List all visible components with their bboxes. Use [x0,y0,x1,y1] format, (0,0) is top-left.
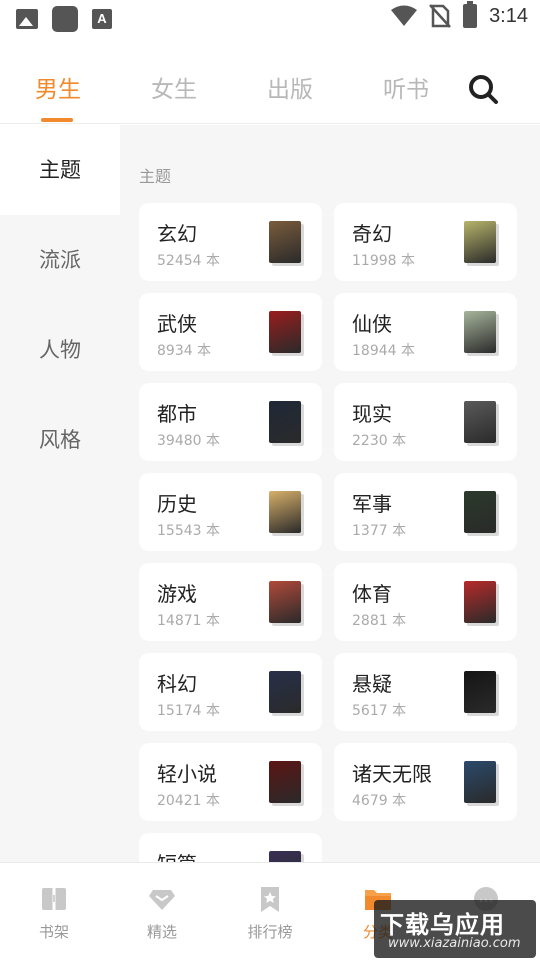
watermark-text: 下载乌应用 [380,911,505,939]
category-card[interactable]: 军事 1377 本 [334,473,517,551]
status-right-icons: 3:14 [391,1,528,28]
category-count: 8934 本 [157,343,212,359]
nav-ranking[interactable]: 排行榜 [216,863,324,960]
sidebar-item-genre[interactable]: 流派 [0,215,120,305]
nav-label: 书架 [38,923,69,941]
ranking-bookmark-icon [261,887,279,912]
category-count: 11998 本 [352,253,415,269]
category-card[interactable]: 游戏 14871 本 [139,563,322,641]
book-cover-image [464,491,496,533]
category-card[interactable]: 体育 2881 本 [334,563,517,641]
category-card[interactable]: 诸天无限 4679 本 [334,743,517,821]
category-name: 科幻 [157,672,197,696]
category-count: 4679 本 [352,793,407,809]
book-cover-image [464,671,496,713]
category-card[interactable]: 玄幻 52454 本 [139,203,322,281]
sidebar-item-style[interactable]: 风格 [0,395,120,485]
watermark-url: www.xiazainiao.com [388,936,521,951]
category-card[interactable]: 武侠 8934 本 [139,293,322,371]
gallery-icon [16,9,38,29]
category-card[interactable]: 都市 39480 本 [139,383,322,461]
category-name: 现实 [352,402,392,426]
category-name: 体育 [352,582,392,606]
tab-male[interactable]: 男生 [23,70,93,104]
category-sidebar: 主题 流派 人物 风格 [0,125,120,862]
tab-publishing[interactable]: 出版 [255,70,325,104]
app-icon [52,6,78,32]
book-cover-image [464,221,496,263]
book-cover-image [269,311,301,353]
category-card[interactable]: 科幻 15174 本 [139,653,322,731]
book-cover-image [269,491,301,533]
book-cover-image [464,311,496,353]
book-cover-image [269,401,301,443]
book-cover-image [464,401,496,443]
category-card[interactable]: 悬疑 5617 本 [334,653,517,731]
category-card[interactable]: 轻小说 20421 本 [139,743,322,821]
battery-charging-icon [463,1,478,28]
tab-audiobook[interactable]: 听书 [371,70,441,104]
category-name: 诸天无限 [352,762,432,786]
wifi-icon [391,5,418,26]
active-tab-indicator [41,118,73,122]
gem-icon [149,890,175,910]
category-card[interactable]: 奇幻 11998 本 [334,203,517,281]
category-name: 奇幻 [352,222,392,246]
search-icon[interactable] [466,72,500,106]
book-cover-image [269,221,301,263]
nav-label: 精选 [146,923,177,941]
book-cover-image [269,581,301,623]
category-count: 52454 本 [157,253,220,269]
status-bar: A 3:14 [0,0,540,38]
category-name: 都市 [157,402,197,426]
section-title: 主题 [139,167,172,186]
category-name: 短篇 [157,848,197,862]
tab-female[interactable]: 女生 [139,70,209,104]
clock: 3:14 [489,4,528,27]
status-left-icons: A [16,6,112,32]
top-tab-bar: 男生 女生 出版 听书 [0,38,540,124]
nav-featured[interactable]: 精选 [108,863,216,960]
category-card[interactable]: 短篇 [139,833,322,862]
category-name: 玄幻 [157,222,197,246]
watermark-logo: 下载乌应用 www.xiazainiao.com [374,900,536,958]
category-name: 仙侠 [352,312,392,336]
category-name: 历史 [157,492,197,516]
no-sim-icon [429,4,451,28]
book-cover-image [269,671,301,713]
category-count: 2230 本 [352,433,407,449]
category-name: 轻小说 [157,762,217,786]
text-a-icon: A [92,9,112,29]
category-name: 游戏 [157,582,197,606]
category-count: 15174 本 [157,703,220,719]
category-card[interactable]: 历史 15543 本 [139,473,322,551]
category-count: 39480 本 [157,433,220,449]
category-name: 军事 [352,492,392,516]
category-card[interactable]: 仙侠 18944 本 [334,293,517,371]
category-name: 悬疑 [352,672,392,696]
book-icon [42,888,66,910]
book-cover-image [464,761,496,803]
category-name: 武侠 [157,312,197,336]
category-count: 14871 本 [157,613,220,629]
category-content: 主题 玄幻 52454 本 奇幻 11998 本 武侠 8934 本 仙侠 18… [120,125,540,862]
sidebar-item-character[interactable]: 人物 [0,305,120,395]
category-card[interactable]: 现实 2230 本 [334,383,517,461]
category-count: 5617 本 [352,703,407,719]
sidebar-item-theme[interactable]: 主题 [0,125,120,215]
nav-label: 排行榜 [247,923,293,941]
nav-bookshelf[interactable]: 书架 [0,863,108,960]
category-count: 2881 本 [352,613,407,629]
category-count: 18944 本 [352,343,415,359]
book-cover-image [464,581,496,623]
category-count: 15543 本 [157,523,220,539]
category-count: 1377 本 [352,523,407,539]
category-count: 20421 本 [157,793,220,809]
book-cover-image [269,851,301,862]
book-cover-image [269,761,301,803]
